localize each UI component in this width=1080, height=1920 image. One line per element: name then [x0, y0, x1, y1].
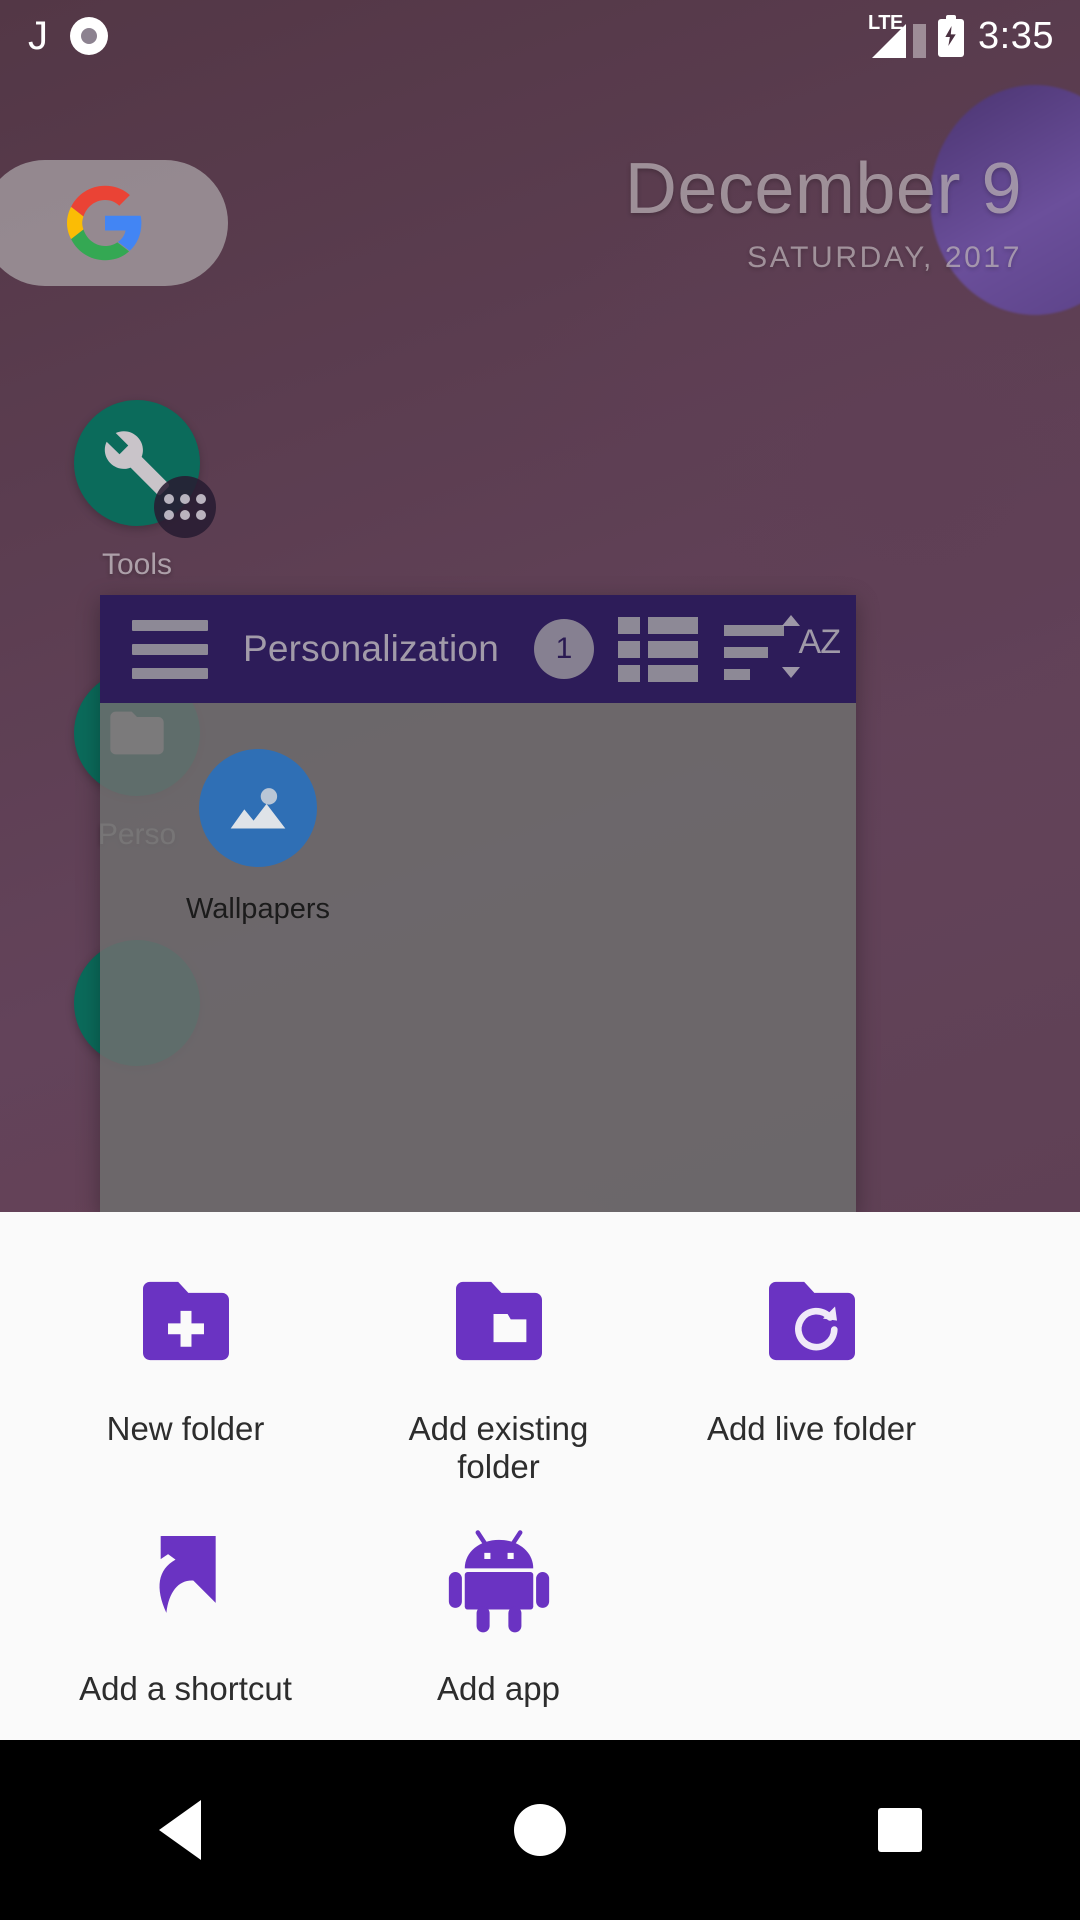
- navigation-bar: [0, 1740, 1080, 1920]
- drawer-title: Personalization: [243, 628, 499, 669]
- drawer-app-grid: Wallpapers: [100, 703, 856, 1215]
- sheet-item-add-app[interactable]: Add app: [371, 1518, 626, 1708]
- sheet-item-add-a-shortcut[interactable]: Add a shortcut: [58, 1518, 313, 1708]
- phone-screen: J LTE 3:35 December 9 SATURDAY, 2017 Too…: [0, 0, 1080, 1920]
- home-icon-label-tools: Tools: [101, 548, 173, 581]
- android-robot-icon: [371, 1518, 626, 1644]
- recents-square-icon: [878, 1808, 922, 1852]
- date-widget-day-year: SATURDAY, 2017: [747, 241, 1022, 275]
- date-widget-date: December 9: [624, 149, 1022, 229]
- nav-back-button[interactable]: [0, 1800, 360, 1860]
- circle-record-icon: [70, 17, 108, 55]
- app-drawer-panel: Personalization 1 AZ Wallpapers: [100, 595, 856, 1215]
- nav-recents-button[interactable]: [720, 1808, 1080, 1852]
- folder-dots-badge: [154, 476, 216, 538]
- battery-charging-icon: [938, 15, 965, 57]
- folder-refresh-icon: [684, 1258, 939, 1384]
- status-bar-right: LTE 3:35: [868, 13, 1054, 58]
- tools-icon-circle: [74, 400, 216, 538]
- google-g-icon: [67, 185, 143, 261]
- sheet-item-add-existing-folder[interactable]: Add existing folder: [371, 1258, 626, 1486]
- hamburger-menu-icon[interactable]: [132, 619, 208, 679]
- nav-home-button[interactable]: [360, 1804, 720, 1856]
- sheet-item-label: Add existing folder: [408, 1410, 589, 1485]
- sheet-item-label: New folder: [106, 1410, 265, 1447]
- sheet-item-new-folder[interactable]: New folder: [58, 1258, 313, 1486]
- drawer-app-wallpapers[interactable]: Wallpapers: [158, 749, 358, 926]
- sort-az-label: AZ: [798, 623, 841, 661]
- drawer-toolbar: Personalization 1 AZ: [100, 595, 856, 703]
- home-icon-tools[interactable]: Tools: [37, 400, 237, 582]
- shortcut-arrow-icon: [58, 1518, 313, 1644]
- bottom-sheet-row-2: Add a shortcut Add app: [0, 1518, 1080, 1708]
- folder-nested-icon: [371, 1258, 626, 1384]
- sheet-item-label: Add app: [437, 1670, 560, 1707]
- back-triangle-icon: [159, 1800, 201, 1860]
- add-item-bottom-sheet: New folder Add existing folder Add live …: [0, 1212, 1080, 1740]
- sheet-item-label: Add live folder: [706, 1410, 917, 1447]
- drawer-app-label: Wallpapers: [186, 893, 330, 925]
- sheet-item-add-live-folder[interactable]: Add live folder: [684, 1258, 939, 1486]
- home-circle-icon: [514, 1804, 566, 1856]
- drawer-count-badge[interactable]: 1: [534, 619, 594, 679]
- folder-plus-icon: [58, 1258, 313, 1384]
- status-bar: J LTE 3:35: [0, 0, 1080, 72]
- bottom-sheet-row-1: New folder Add existing folder Add live …: [0, 1258, 1080, 1486]
- signal-triangle-dim: [913, 24, 927, 58]
- sort-az-icon[interactable]: AZ: [724, 615, 841, 681]
- clock-time: 3:35: [978, 14, 1054, 57]
- date-widget[interactable]: December 9 SATURDAY, 2017: [624, 149, 1022, 275]
- google-search-widget[interactable]: [0, 160, 228, 286]
- list-view-icon[interactable]: [618, 616, 698, 682]
- lte-signal-icon: LTE: [868, 13, 927, 58]
- wallpaper-image-icon: [199, 749, 317, 867]
- status-bar-left: J: [28, 16, 108, 56]
- signal-triangle: [872, 24, 907, 58]
- status-letter-icon: J: [28, 14, 48, 58]
- sheet-item-label: Add a shortcut: [79, 1670, 292, 1707]
